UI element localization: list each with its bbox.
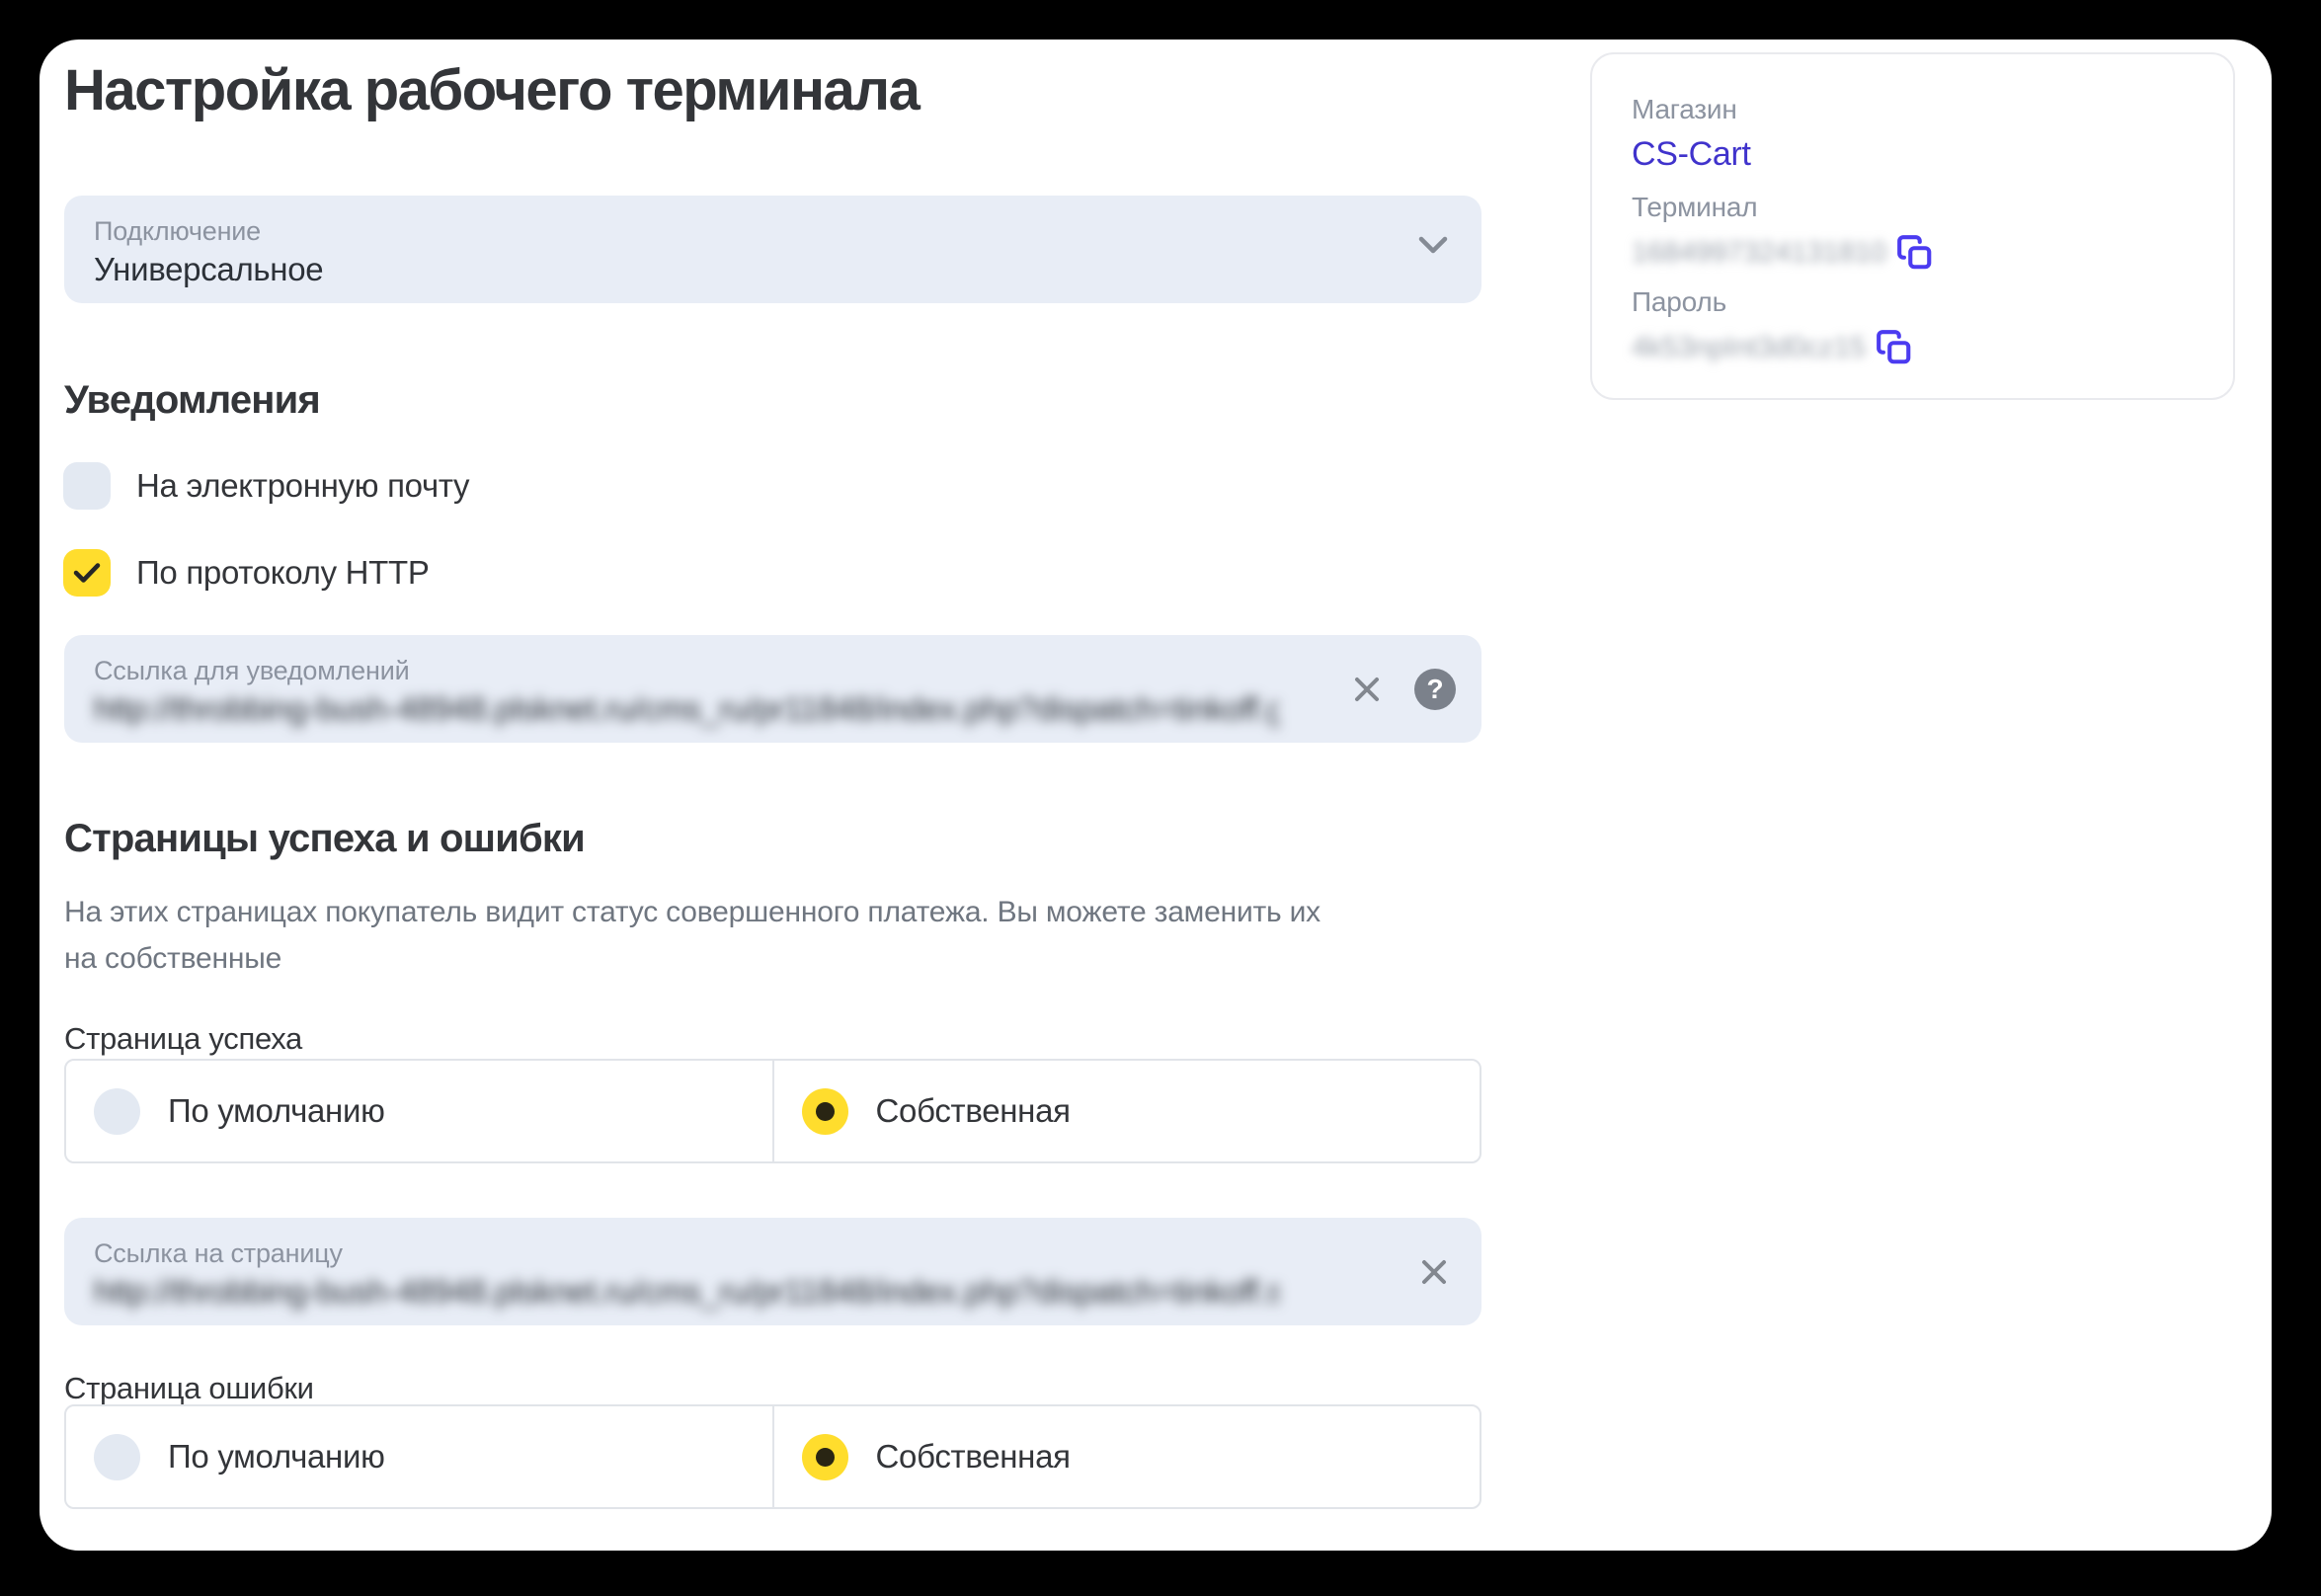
copy-password-icon[interactable]: [1876, 329, 1913, 366]
password-value: 4k53npInt3d0cz15: [1632, 332, 1866, 364]
error-page-radio-group: По умолчанию Собственная: [64, 1404, 1481, 1509]
error-default-radio[interactable]: [94, 1434, 140, 1480]
success-page-radio-group: По умолчанию Собственная: [64, 1059, 1481, 1163]
email-notification-checkbox[interactable]: [63, 462, 111, 510]
error-custom-radio[interactable]: [802, 1434, 848, 1480]
success-page-label: Страница успеха: [64, 1021, 302, 1057]
terminal-value: 1684997324131810: [1632, 237, 1886, 270]
help-icon[interactable]: ?: [1414, 669, 1456, 710]
notification-url-label: Ссылка для уведомлений: [94, 656, 409, 686]
error-page-label: Страница ошибки: [64, 1371, 314, 1406]
shop-link[interactable]: CS-Cart: [1632, 135, 1751, 174]
pages-heading: Страницы успеха и ошибки: [64, 816, 585, 861]
terminal-settings-page: Настройка рабочего терминала Подключение…: [40, 40, 2272, 1551]
notification-url-field[interactable]: Ссылка для уведомлений http://throbbing-…: [64, 635, 1481, 743]
http-notification-label: По протоколу HTTP: [136, 554, 430, 592]
password-label: Пароль: [1632, 286, 2194, 318]
checkmark-icon: [73, 562, 101, 584]
success-custom-radio[interactable]: [802, 1088, 848, 1135]
success-default-label: По умолчанию: [168, 1092, 385, 1130]
connection-select-value: Универсальное: [94, 251, 323, 288]
success-default-option[interactable]: По умолчанию: [66, 1061, 772, 1161]
terminal-info-card: Магазин CS-Cart Терминал 168499732413181…: [1590, 52, 2235, 400]
copy-terminal-icon[interactable]: [1896, 234, 1934, 272]
notification-url-value: http://throbbing-bush-48948.plsknet.ru/c…: [94, 690, 1279, 728]
success-custom-label: Собственная: [876, 1092, 1071, 1130]
error-default-option[interactable]: По умолчанию: [66, 1406, 772, 1507]
connection-select[interactable]: Подключение Универсальное: [64, 196, 1481, 303]
error-default-label: По умолчанию: [168, 1438, 385, 1476]
error-custom-label: Собственная: [876, 1438, 1071, 1476]
pages-description-line1: На этих страницах покупатель видит стату…: [64, 896, 1321, 928]
success-default-radio[interactable]: [94, 1088, 140, 1135]
success-page-url-value: http://throbbing-bush-48948.plsknet.ru/c…: [94, 1273, 1279, 1311]
screen: Настройка рабочего терминала Подключение…: [0, 0, 2321, 1596]
notifications-heading: Уведомления: [64, 377, 320, 423]
clear-notification-url-icon[interactable]: [1345, 668, 1389, 711]
pages-description-line2: на собственные: [64, 942, 281, 975]
terminal-label: Терминал: [1632, 192, 2194, 223]
success-page-url-field[interactable]: Ссылка на страницу http://throbbing-bush…: [64, 1218, 1481, 1325]
chevron-down-icon: [1416, 234, 1450, 258]
http-notification-row: По протоколу HTTP: [63, 549, 430, 597]
email-notification-row: На электронную почту: [63, 462, 469, 510]
page-title: Настройка рабочего терминала: [64, 59, 919, 122]
http-notification-checkbox[interactable]: [63, 549, 111, 597]
email-notification-label: На электронную почту: [136, 467, 469, 505]
clear-success-url-icon[interactable]: [1412, 1250, 1456, 1294]
pages-description: На этих страницах покупатель видит стату…: [64, 889, 1447, 982]
shop-label: Магазин: [1632, 94, 2194, 125]
connection-select-label: Подключение: [94, 216, 261, 247]
error-custom-option[interactable]: Собственная: [772, 1406, 1481, 1507]
success-custom-option[interactable]: Собственная: [772, 1061, 1481, 1161]
success-page-url-label: Ссылка на страницу: [94, 1238, 343, 1269]
